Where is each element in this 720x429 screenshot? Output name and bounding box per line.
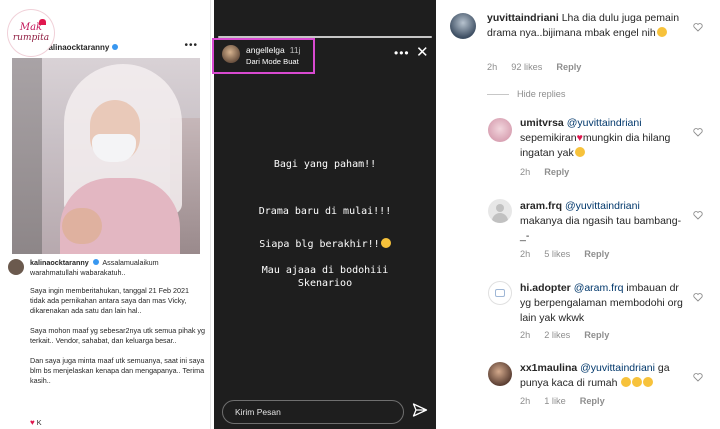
thinking-emoji-icon: [656, 27, 667, 37]
photo-background-left: [12, 58, 42, 254]
comment-time: 2h: [520, 167, 531, 177]
story-subtitle: Dari Mode Buat: [246, 57, 299, 66]
divider: [487, 93, 509, 95]
comment-mention[interactable]: @aram.frq: [574, 282, 624, 294]
photo-face-mask: [92, 134, 136, 162]
comment-text: yuvittaindriani Lha dia dulu juga pemain…: [487, 11, 687, 41]
heart-icon: ♥: [30, 418, 35, 427]
comment-username[interactable]: hi.adopter: [520, 282, 571, 294]
like-heart-icon[interactable]: [693, 292, 703, 302]
comment-time: 2h: [520, 396, 531, 406]
laugh-emoji-icon: [632, 377, 643, 387]
caption-header: kalinaocktaranny Assalamualaikum warahma…: [8, 258, 202, 278]
story-text-line-with-emoji: Siapa blg berakhir!!: [232, 238, 418, 251]
comment-username[interactable]: umitvrsa: [520, 117, 564, 129]
comment-likes[interactable]: 1 like: [544, 396, 565, 406]
caption-paragraph: Saya mohon maaf yg sebesar2nya utk semua…: [30, 326, 205, 345]
laugh-emoji-icon: [643, 377, 654, 387]
send-icon[interactable]: [412, 402, 428, 418]
verified-badge-icon: [92, 259, 99, 265]
caption-paragraph: Saya ingin memberitahukan, tanggal 21 Fe…: [30, 286, 190, 315]
comment-time: 2h: [520, 249, 531, 259]
comment-likes[interactable]: 92 likes: [511, 62, 542, 72]
comment-body: makanya dia ngasih tau bambang-_-: [520, 215, 682, 242]
comment-likes[interactable]: 2 likes: [544, 330, 570, 340]
avatar[interactable]: [488, 362, 512, 386]
post-photo[interactable]: [12, 58, 200, 254]
comment-text: umitvrsa @yuvittaindriani sepemikiran♥mu…: [520, 116, 685, 161]
hide-replies-button[interactable]: Hide replies: [487, 89, 566, 99]
story-header: angellelga 11j: [246, 45, 300, 55]
verified-badge-icon: [112, 44, 119, 50]
story-text-line: Siapa blg berakhir!!: [259, 239, 380, 250]
story-text-line: Drama baru di mulai!!!: [258, 206, 392, 217]
comment-time: 2h: [487, 62, 498, 72]
comment-text: aram.frq @yuvittaindriani makanya dia ng…: [520, 199, 685, 244]
avatar[interactable]: [222, 45, 240, 63]
close-icon[interactable]: ✕: [416, 45, 429, 60]
logo-heart-icon: [39, 19, 46, 25]
comment-meta: 2h Reply: [520, 167, 569, 177]
avatar[interactable]: [8, 259, 24, 275]
reply-button[interactable]: Reply: [580, 396, 605, 406]
default-avatar-head: [496, 204, 504, 212]
caption-body: Saya ingin memberitahukan, tanggal 21 Fe…: [30, 286, 206, 396]
comment-mention[interactable]: @yuvittaindriani: [580, 362, 655, 374]
reply-button[interactable]: Reply: [584, 249, 609, 259]
like-heart-icon[interactable]: [693, 372, 703, 382]
story-text-line: Mau ajaaa di bodohiii: [261, 265, 389, 276]
grin-emoji-icon: [380, 238, 391, 248]
more-horizontal-icon[interactable]: •••: [184, 40, 198, 51]
message-input[interactable]: Kirim Pesan: [222, 400, 404, 424]
comment-meta: 2h 5 likes Reply: [520, 249, 609, 259]
comment-text: hi.adopter @aram.frq imbauan dr yg berpe…: [520, 281, 685, 326]
comment-meta: 2h 2 likes Reply: [520, 330, 609, 340]
like-heart-icon[interactable]: [693, 22, 703, 32]
like-heart-icon[interactable]: [693, 210, 703, 220]
comment-likes[interactable]: 5 likes: [544, 249, 570, 259]
default-avatar-body: [492, 213, 508, 223]
story-top-area: [214, 0, 436, 32]
story-panel[interactable]: [214, 32, 436, 429]
comment-time: 2h: [520, 330, 531, 340]
story-time: 11j: [289, 45, 301, 55]
comment-meta: 2h 1 like Reply: [520, 396, 605, 406]
caption-greeting-block: kalinaocktaranny Assalamualaikum warahma…: [30, 258, 202, 278]
reply-button[interactable]: Reply: [584, 330, 609, 340]
comment-mention[interactable]: @yuvittaindriani: [567, 117, 642, 129]
avatar[interactable]: [488, 281, 512, 305]
comment-username[interactable]: aram.frq: [520, 200, 562, 212]
caption-signature: ♥ K: [30, 418, 42, 427]
comment-username[interactable]: xx1maulina: [520, 362, 577, 374]
avatar[interactable]: [488, 199, 512, 223]
comment-text: xx1maulina @yuvittaindriani ga punya kac…: [520, 361, 685, 391]
avatar[interactable]: [450, 13, 476, 39]
comment-mention[interactable]: @yuvittaindriani: [565, 200, 640, 212]
hide-replies-label: Hide replies: [517, 89, 566, 99]
laugh-emoji-icon: [574, 147, 585, 157]
photo-hands: [62, 208, 102, 244]
story-text-line: Bagi yang paham!!: [273, 159, 377, 170]
laugh-emoji-icon: [621, 377, 632, 387]
caption-username[interactable]: kalinaocktaranny: [30, 258, 89, 267]
comment-body: sepemikiran: [520, 132, 577, 144]
instagram-post-panel: Mak rumpita kalinaocktaranny ••• kalinao…: [0, 0, 211, 429]
reply-button[interactable]: Reply: [544, 167, 569, 177]
like-heart-icon[interactable]: [693, 127, 703, 137]
more-horizontal-icon[interactable]: •••: [394, 46, 410, 60]
story-text-line: Skenarioo: [297, 278, 353, 289]
story-username[interactable]: angellelga: [246, 45, 285, 55]
caption-paragraph: Dan saya juga minta maaf utk semuanya, s…: [30, 356, 205, 385]
adopter-logo-icon: [495, 289, 505, 297]
caption-sign-letter: K: [36, 418, 42, 427]
mak-rumpita-logo: Mak rumpita: [8, 10, 54, 56]
reply-button[interactable]: Reply: [556, 62, 581, 72]
comment-username[interactable]: yuvittaindriani: [487, 12, 559, 24]
logo-line2: rumpita: [12, 33, 50, 43]
avatar[interactable]: [488, 118, 512, 142]
comment-meta: 2h 92 likes Reply: [487, 62, 581, 72]
